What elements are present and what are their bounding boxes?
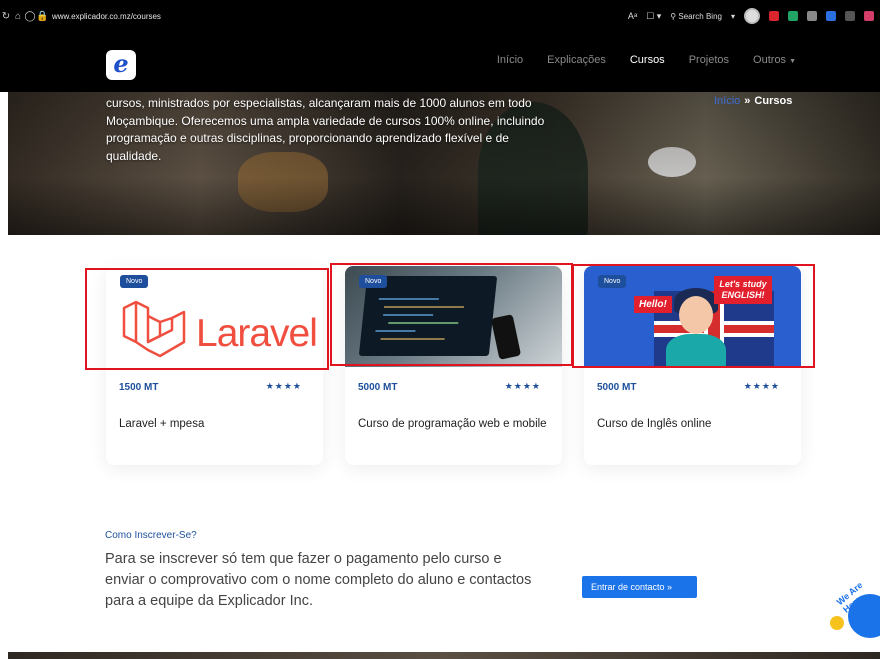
contact-button[interactable]: Entrar de contacto » bbox=[582, 576, 697, 598]
new-badge: Novo bbox=[598, 275, 627, 288]
course-title[interactable]: Laravel + mpesa bbox=[119, 416, 309, 433]
breadcrumb-home[interactable]: Início bbox=[714, 95, 740, 107]
smartphone bbox=[490, 314, 522, 360]
address-bar[interactable]: www.explicador.co.mz/courses bbox=[52, 12, 161, 21]
extension-red-icon[interactable] bbox=[769, 11, 779, 21]
shield-icon[interactable]: ◯ bbox=[24, 11, 36, 22]
course-thumbnail[interactable]: Novo bbox=[345, 266, 562, 367]
course-card-laravel[interactable]: Novo Laravel 1500 MT ★★★★ Laravel + mpes… bbox=[106, 266, 323, 465]
new-badge: Novo bbox=[120, 275, 149, 288]
course-title[interactable]: Curso de Inglês online bbox=[597, 416, 787, 433]
study-bubble: Let's study ENGLISH! bbox=[714, 276, 772, 304]
lock-icon: 🔒 bbox=[36, 10, 49, 22]
laravel-logo-icon bbox=[122, 300, 186, 358]
course-price: 5000 MT bbox=[358, 382, 398, 393]
extension-pink-icon[interactable] bbox=[864, 11, 874, 21]
rating-stars: ★★★★ bbox=[504, 381, 541, 391]
laptop-screen bbox=[358, 276, 498, 356]
menu-caret-icon[interactable]: ▾ bbox=[731, 12, 735, 21]
rating-stars: ★★★★ bbox=[265, 381, 302, 391]
course-thumbnail[interactable]: Novo Laravel bbox=[106, 266, 323, 367]
teacher-illustration bbox=[679, 296, 713, 334]
chevron-down-icon: ▼ bbox=[789, 58, 796, 65]
enroll-description: Para se inscrever só tem que fazer o pag… bbox=[105, 551, 532, 609]
home-icon[interactable]: ⌂ bbox=[12, 11, 24, 22]
course-price: 5000 MT bbox=[597, 382, 637, 393]
translate-icon[interactable]: Aᵃ bbox=[628, 11, 637, 21]
breadcrumb-separator: » bbox=[744, 95, 751, 107]
breadcrumb-current: Cursos bbox=[754, 95, 793, 107]
site-logo[interactable]: e bbox=[106, 50, 136, 80]
breadcrumb: Início » Cursos bbox=[714, 95, 792, 107]
footer-banner bbox=[8, 652, 880, 659]
course-card-english[interactable]: Novo Hello! Let's study ENGLISH! 5000 MT… bbox=[584, 266, 801, 465]
course-thumbnail[interactable]: Novo Hello! Let's study ENGLISH! bbox=[584, 266, 801, 367]
extension-grey-icon[interactable] bbox=[807, 11, 817, 21]
hello-bubble: Hello! bbox=[634, 296, 672, 313]
nav-link-explicacoes[interactable]: Explicações bbox=[547, 54, 606, 66]
nav-link-projetos[interactable]: Projetos bbox=[689, 54, 729, 66]
rating-stars: ★★★★ bbox=[743, 381, 780, 391]
browser-toolbar-right: Aᵃ ☐ ▾ ⚲ Search Bing ▾ bbox=[628, 0, 880, 32]
hero-banner: cursos, ministrados por especialistas, a… bbox=[8, 92, 880, 235]
search-box[interactable]: ⚲ Search Bing bbox=[670, 12, 722, 21]
extension-dark-icon[interactable] bbox=[845, 11, 855, 21]
browser-toolbar: ↻ ⌂ ◯ 🔒 www.explicador.co.mz/courses Aᵃ … bbox=[0, 0, 880, 32]
waving-hand-icon bbox=[830, 616, 844, 630]
nav-link-inicio[interactable]: Início bbox=[497, 54, 523, 66]
extension-blue-icon[interactable] bbox=[826, 11, 836, 21]
page: ↻ ⌂ ◯ 🔒 www.explicador.co.mz/courses Aᵃ … bbox=[0, 0, 880, 659]
new-badge: Novo bbox=[359, 275, 388, 288]
laravel-wordmark: Laravel bbox=[196, 312, 318, 355]
nav-link-outros[interactable]: Outros ▼ bbox=[753, 54, 796, 66]
chat-widget-button[interactable] bbox=[848, 594, 880, 638]
course-title[interactable]: Curso de programação web e mobile bbox=[358, 416, 548, 433]
search-icon: ⚲ bbox=[670, 11, 677, 21]
bookmark-icon[interactable]: ☐ ▾ bbox=[646, 11, 661, 22]
course-price: 1500 MT bbox=[119, 382, 159, 393]
hero-description: cursos, ministrados por especialistas, a… bbox=[106, 96, 545, 163]
reload-icon[interactable]: ↻ bbox=[0, 11, 12, 22]
enroll-heading: Como Inscrever-Se? bbox=[105, 530, 197, 541]
nav-links: Início Explicações Cursos Projetos Outro… bbox=[497, 54, 796, 66]
site-navbar: e Início Explicações Cursos Projetos Out… bbox=[0, 32, 880, 92]
nav-link-cursos[interactable]: Cursos bbox=[630, 54, 665, 66]
profile-avatar[interactable] bbox=[744, 8, 760, 24]
course-card-web-mobile[interactable]: Novo 5000 MT ★★★★ Curso de programação w… bbox=[345, 266, 562, 465]
extension-green-icon[interactable] bbox=[788, 11, 798, 21]
